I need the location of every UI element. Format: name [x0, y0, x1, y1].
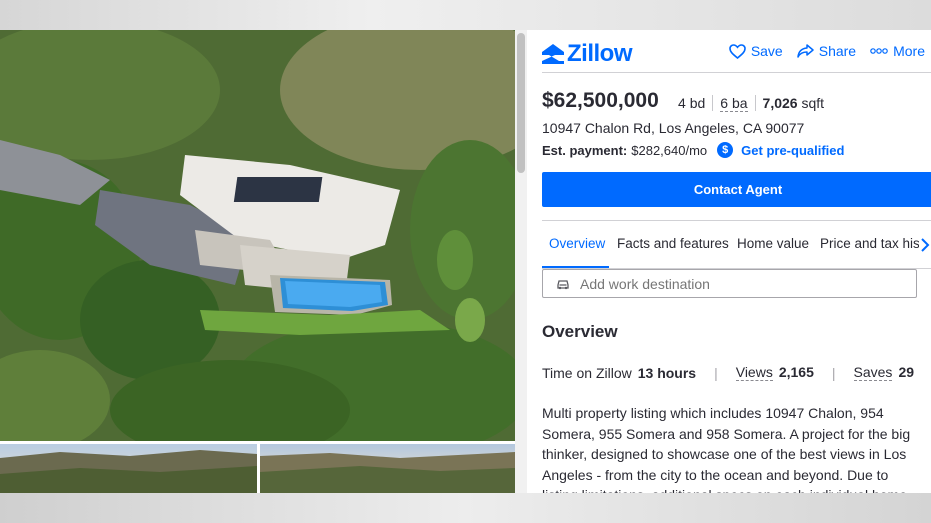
zillow-logo[interactable]: Zillow [542, 40, 633, 68]
share-label: Share [818, 43, 857, 59]
photo-scrollbar[interactable] [515, 30, 527, 493]
overview-heading: Overview [542, 322, 618, 341]
listing-metrics: Time on Zillow 13 hours | Views 2,165 | … [542, 364, 914, 381]
baths-value: 6 [720, 95, 729, 111]
photo-gallery[interactable] [0, 30, 515, 493]
header-actions: Save Share More [729, 43, 925, 59]
top-browser-strip [0, 0, 931, 30]
tab-price-and-tax-history[interactable]: Price and tax history [820, 236, 931, 268]
contact-agent-button[interactable]: Contact Agent [542, 172, 931, 207]
saves-metric[interactable]: Saves 29 [853, 364, 915, 381]
metric-separator: | [714, 364, 718, 381]
est-payment-value: $282,640/mo [631, 142, 708, 158]
more-button[interactable]: More [870, 43, 925, 59]
tab-home-value[interactable]: Home value [737, 236, 809, 268]
section-divider [542, 220, 931, 221]
time-label: Time on Zillow [542, 364, 632, 381]
share-button[interactable]: Share [796, 43, 857, 59]
chevron-right-icon [921, 238, 930, 252]
sqft-value: 7,026 [762, 95, 798, 111]
dollar-icon: $ [717, 142, 734, 158]
aerial-house-image [0, 30, 515, 441]
beds-unit: bd [689, 95, 706, 111]
sqft-unit: sqft [801, 95, 825, 111]
share-icon [796, 43, 814, 58]
time-value: 13 hours [637, 364, 697, 381]
baths-stat[interactable]: 6 ba [712, 95, 754, 112]
listing-tabs: Overview Facts and features Home value P… [542, 236, 931, 269]
tab-facts-and-features[interactable]: Facts and features [617, 236, 729, 268]
tabs-scroll-right-button[interactable] [919, 236, 931, 254]
gallery-thumbnail-2[interactable] [260, 444, 515, 493]
more-label: More [893, 43, 925, 59]
baths-unit: ba [731, 95, 748, 111]
save-label: Save [750, 43, 783, 59]
listing-address: 10947 Chalon Rd, Los Angeles, CA 90077 [542, 120, 805, 136]
gallery-thumbnail-1[interactable] [0, 444, 257, 493]
work-destination-placeholder: Add work destination [580, 275, 710, 292]
time-on-zillow: Time on Zillow 13 hours [542, 365, 696, 381]
beds-stat: 4 bd [678, 95, 712, 111]
heart-icon [729, 43, 746, 59]
header-divider [542, 72, 931, 73]
home-stats: 4 bd 6 ba 7,026 sqft [678, 95, 832, 112]
views-metric[interactable]: Views 2,165 [735, 364, 814, 381]
bottom-browser-strip [0, 493, 931, 523]
more-dots-icon [870, 48, 888, 54]
estimated-payment: Est. payment: $282,640/mo $ Get pre-qual… [542, 142, 844, 158]
save-button[interactable]: Save [729, 43, 783, 59]
get-prequalified-link[interactable]: Get pre-qualified [741, 143, 844, 158]
views-value: 2,165 [778, 364, 814, 380]
views-label: Views [735, 364, 773, 381]
est-payment-label: Est. payment: [542, 142, 628, 158]
listing-panel: Zillow Save Share More $62,500,000 4 bd [527, 30, 931, 493]
saves-value: 29 [898, 364, 915, 380]
hero-photo[interactable] [0, 30, 515, 441]
sqft-stat: 7,026 sqft [754, 95, 832, 111]
beds-value: 4 [678, 95, 686, 111]
scrollbar-thumb[interactable] [517, 33, 525, 173]
zillow-house-icon [542, 44, 564, 64]
car-icon [557, 279, 569, 289]
listing-price: $62,500,000 [542, 89, 659, 112]
logo-text: Zillow [567, 40, 633, 67]
saves-label: Saves [853, 364, 893, 381]
listing-description: Multi property listing which includes 10… [542, 405, 911, 493]
metric-separator: | [831, 364, 836, 381]
tab-overview[interactable]: Overview [549, 236, 605, 268]
work-destination-input[interactable]: Add work destination [542, 269, 917, 298]
